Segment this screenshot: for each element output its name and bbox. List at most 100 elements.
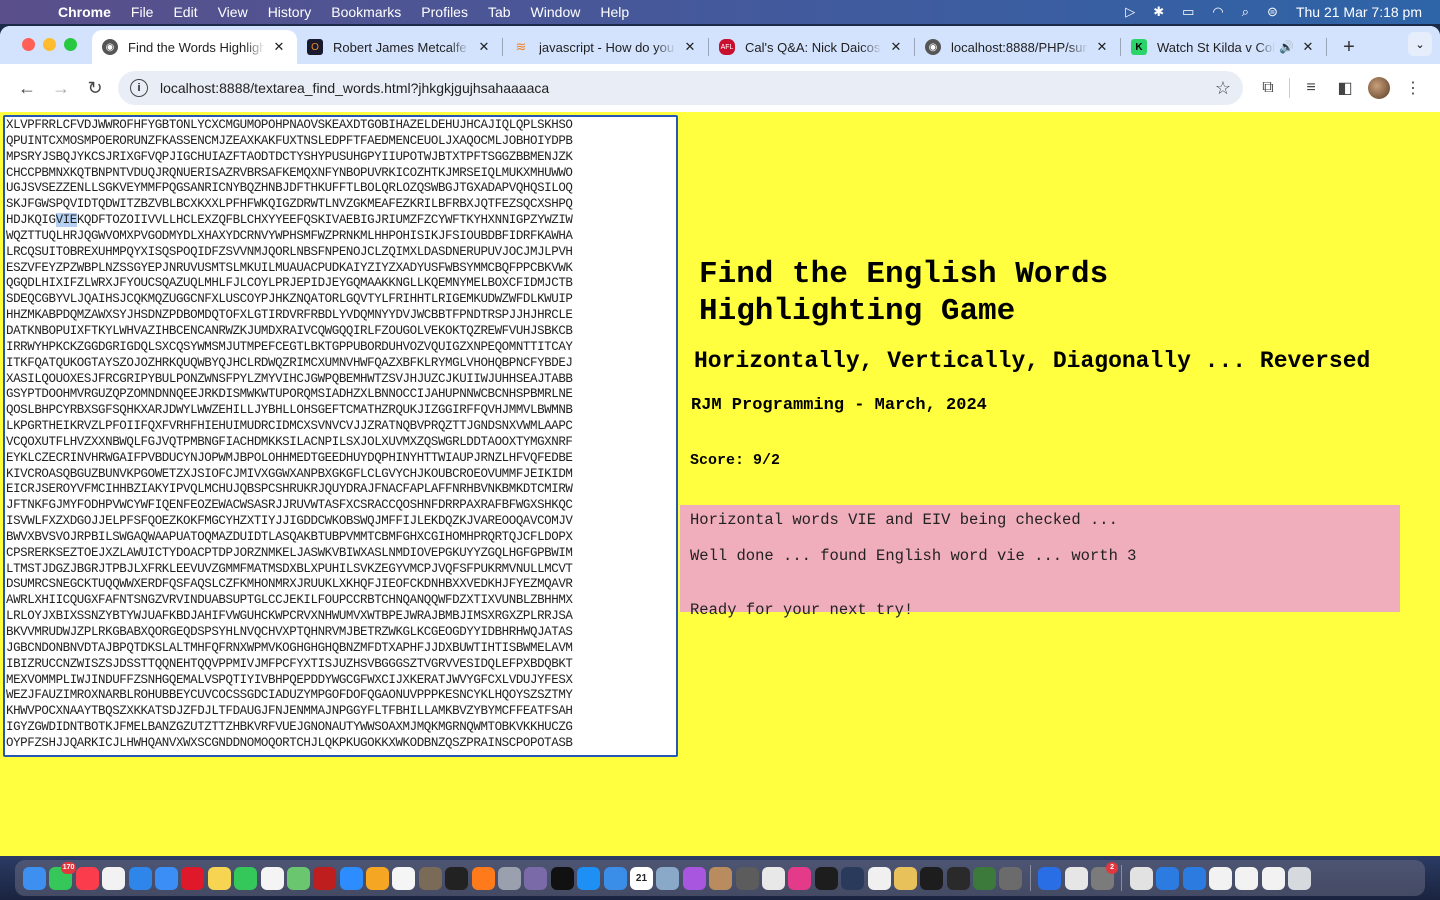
grid-row[interactable]: ESZVFEYZPZWBPLNZSSGYEPJNRUVUSMTSLMKUILMU… [6,261,675,277]
dock-window-thumb-2-icon[interactable] [1235,866,1259,890]
tab-linkedin[interactable]: O Robert James Metcalfe | LinkedIn ✕ [297,30,502,64]
forward-arrow-icon[interactable]: → [44,71,78,105]
grid-row[interactable]: QGQDLHIXIFZLWRXJFYOUCSQAZUQLMHLFJLCOYLPR… [6,276,675,292]
dock-window-thumb-1-icon[interactable] [1208,866,1232,890]
dock-calculator-icon[interactable] [735,866,759,890]
dock-file-document-icon[interactable] [260,866,284,890]
grid-row[interactable]: WEZJFAUZIMROXNARBLROHUBBEYCUVCOCSSGDCIAD… [6,688,675,704]
tab-localhost-php[interactable]: ◉ localhost:8888/PHP/surprise ✕ [915,30,1120,64]
dock-notes-icon[interactable] [207,866,231,890]
grid-row[interactable]: ITKFQATQUKOGTAYSZOJOZHRKQUQWBYQJHCLRDWQZ… [6,356,675,372]
dock-contacts-icon[interactable] [709,866,733,890]
profile-avatar[interactable] [1362,71,1396,105]
grid-row[interactable]: HDJKQIGVIEKQDFTOZOIIVVLLHCLEXZQFBLCHXYYE… [6,213,675,229]
grid-row[interactable]: IRRWYHPKCKZGGDGRIGDQLSXCQSYWMSMJUTMPEFCE… [6,340,675,356]
menu-bookmarks[interactable]: Bookmarks [331,4,401,20]
dock-system-settings-icon[interactable]: 2 [1091,861,1119,890]
grid-row[interactable]: XASILQOUOXESJFRCGRIPYBULPONZWNSFPYLZMYVI… [6,372,675,388]
dock-terminal-dark-icon[interactable] [445,866,469,890]
grid-row[interactable]: QPUINTCXMOSMPOERORUNZFKASSENCMJZEAXKAKFU… [6,134,675,150]
wifi-icon[interactable]: ◠ [1212,4,1223,20]
zoom-window-button[interactable] [64,38,77,51]
grid-row[interactable]: ISVWLFXZXDGOJJELPFSFQOEZKOKFMGCYHZXTIYJJ… [6,514,675,530]
grid-row[interactable]: EICRJSEROYVFMCIHHBZIAKYIPVQLMCHUJQBSPCSH… [6,482,675,498]
dock-inkscape-icon[interactable] [920,866,944,890]
dock-bbedit-icon[interactable] [524,866,548,890]
dock-zoom-icon[interactable] [339,866,363,890]
tab-kayo[interactable]: K Watch St Kilda v Collingwood 🔊 ✕ [1121,30,1326,64]
dock-maps-icon[interactable] [286,866,310,890]
grid-row[interactable]: MPSRYJSBQJYKCSJRIXGFVQPJIGCHUIAZFTAODTDC… [6,150,675,166]
grid-row[interactable]: DSUMRCSNEGCKTUQQWWXERDFQSFAQSLCZFKMHONMR… [6,577,675,593]
grid-row[interactable]: AWRLXHIICQUGXFAFNTSNGZVRVINDUABSUPTGLCCJ… [6,593,675,609]
battery-charging-icon[interactable]: ▭ [1182,4,1194,20]
grid-row[interactable]: OYPFZSHJJQARKICJLHWHQANVXWXSCGNDDNOMOQOR… [6,736,675,752]
spotlight-search-icon[interactable]: ⌕ [1242,4,1249,20]
dock-text-document-icon[interactable] [867,866,891,890]
menu-edit[interactable]: Edit [173,4,197,20]
dock-mail-icon[interactable] [154,866,178,890]
tab-stackoverflow[interactable]: ≋ javascript - How do you ✕ [503,30,708,64]
control-center-icon[interactable]: ⊜ [1267,4,1278,20]
close-tab-icon[interactable]: ✕ [1300,39,1316,55]
dock-gimp-icon[interactable] [418,866,442,890]
menu-tab[interactable]: Tab [488,4,511,20]
reload-icon[interactable]: ↻ [78,71,112,105]
grid-row[interactable]: XLVPFRRLCFVDJWWROFHFYGBTONLYCXCMGUMOPOHP… [6,118,675,134]
dock-safari-icon[interactable] [128,866,152,890]
dock-news-icon[interactable] [392,866,416,890]
bluetooth-icon[interactable]: ✱ [1153,4,1164,20]
grid-row[interactable]: SDEQCGBYVLJQAIHSJCQKMQZUGGCNFXLUSCOYPJHK… [6,292,675,308]
dock-music-icon[interactable] [75,866,99,890]
grid-row[interactable]: LRLOYJXBIXSSNZYBTYWJUAFKBDJAHIFVWGUHCKWP… [6,609,675,625]
dock-xcode-icon[interactable] [603,866,627,890]
site-info-icon[interactable]: i [130,79,148,97]
chrome-menu-kebab-icon[interactable]: ⋮ [1396,71,1430,105]
dock-filezilla-icon[interactable] [313,866,337,890]
dock-window-thumb-3-icon[interactable] [1261,866,1285,890]
dock-firefox-dev-icon[interactable] [1038,866,1062,890]
menu-help[interactable]: Help [600,4,629,20]
grid-row[interactable]: JGBCNDONBNVDTAJBPQTDKSLALTMHFQFRNXWPMVKO… [6,641,675,657]
grid-row[interactable]: KHWVPOCXNAAYTBQSZXKKATSDJZFDJLTFDAUGJFNJ… [6,704,675,720]
minimize-window-button[interactable] [43,38,56,51]
dock-firefox-icon[interactable] [471,866,495,890]
tab-afl[interactable]: AFL Cal's Q&A: Nick Daicos ✕ [709,30,914,64]
grid-row[interactable]: LTMSTJDGZJBGRJTPBJLXFRKLEEVUVZGMMFMATMSD… [6,562,675,578]
dock-launchpad-icon[interactable] [498,866,522,890]
menu-clock[interactable]: Thu 21 Mar 7:18 pm [1296,4,1422,20]
media-controls-icon[interactable]: ≡ [1294,71,1328,105]
letter-grid-textarea[interactable]: XLVPFRRLCFVDJWWROFHFYGBTONLYCXCMGUMOPOHP… [3,115,678,757]
back-arrow-icon[interactable]: ← [10,71,44,105]
grid-row[interactable]: DATKNBOPUIXFTKYLWHVAZIHBCENCANRWZKJUMDXR… [6,324,675,340]
close-tab-icon[interactable]: ✕ [888,39,904,55]
grid-row[interactable]: IBIZRUCCNZWISZSJDSSTTQQNEHTQQVPPMIVJMFPC… [6,657,675,673]
dock-apple-tv-icon[interactable] [550,866,574,890]
grid-row[interactable]: QOSLBHPCYRBXSGFSQHKXARJDWYLWWZEHILLJYBHL… [6,403,675,419]
address-bar[interactable]: i localhost:8888/textarea_find_words.htm… [118,71,1243,105]
menu-app-name[interactable]: Chrome [58,4,111,20]
grid-row[interactable]: BKVVMRUDWJZPLRKGBABXQORGEQDSPSYHLNVQCHVX… [6,625,675,641]
close-tab-icon[interactable]: ✕ [476,39,492,55]
menu-file[interactable]: File [131,4,154,20]
grid-row[interactable]: GSYPTDOOHMVRGUZQPZOMNDNNQEEJRKDISMWKWTUP… [6,387,675,403]
close-tab-icon[interactable]: ✕ [682,39,698,55]
dock-textedit-icon[interactable] [1064,866,1088,890]
grid-row[interactable]: KIVCROASQBGUZBUNVKPGOWETZXJSIOFCJMIVXGGW… [6,467,675,483]
dock-chrome-icon[interactable] [761,866,785,890]
dock-paintbrush-icon[interactable] [893,866,917,890]
dock-podcasts-icon[interactable] [682,866,706,890]
dock-quicktime-icon[interactable] [841,866,865,890]
dock-intellij-icon[interactable] [788,866,812,890]
grid-row[interactable]: LKPGRTHEIKRVZLPFOIIFQXFVRHFHIEHUIMUDRCID… [6,419,675,435]
grid-row[interactable]: BWVXBVSVOJRPBILSWGAQWAAPUATOQMAZDUIDTLAS… [6,530,675,546]
dock-network-globe-2-icon[interactable] [1182,866,1206,890]
dock-app-store-icon[interactable] [577,866,601,890]
play-circle-icon[interactable]: ▷ [1125,4,1135,20]
close-tab-icon[interactable]: ✕ [1094,39,1110,55]
new-tab-button[interactable]: + [1337,36,1361,59]
dock-facetime-icon[interactable] [234,866,258,890]
speaker-icon[interactable]: 🔊 [1279,40,1294,54]
grid-row[interactable]: CPSRERKSEZTOEJXZLAWUICTYDOACPTDPJORZNMKE… [6,546,675,562]
menu-window[interactable]: Window [531,4,581,20]
